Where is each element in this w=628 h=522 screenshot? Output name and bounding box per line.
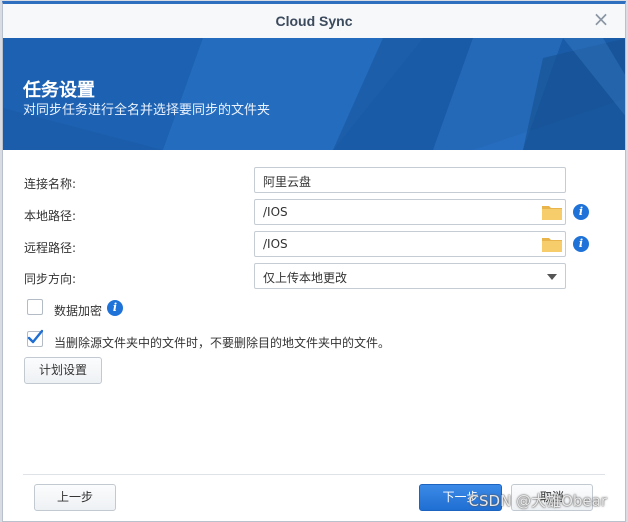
sync-direction-label: 同步方向: (24, 272, 77, 286)
window-title: Cloud Sync (275, 13, 353, 29)
connection-name-input[interactable]: 阿里云盘 (254, 167, 566, 193)
remote-path-input[interactable]: /IOS (254, 231, 566, 257)
no-delete-label: 当删除源文件夹中的文件时，不要删除目的地文件夹中的文件。 (54, 336, 391, 350)
info-icon[interactable]: i (573, 236, 589, 252)
encrypt-checkbox[interactable] (27, 299, 43, 315)
info-icon[interactable]: i (573, 204, 589, 220)
watermark: CSDN @大雄Obear (468, 492, 607, 510)
remote-path-value: /IOS (263, 237, 288, 251)
remote-path-label: 远程路径: (24, 241, 77, 255)
folder-icon[interactable] (541, 203, 563, 221)
banner-background (3, 38, 625, 150)
local-path-value: /IOS (263, 205, 288, 219)
schedule-settings-button[interactable]: 计划设置 (24, 357, 102, 384)
cloud-sync-dialog: Cloud Sync × 任务设置 对同步任务进行全名并选择要同步的文件夹 连接… (2, 1, 626, 522)
no-delete-checkbox[interactable] (27, 329, 43, 347)
connection-name-value: 阿里云盘 (263, 175, 312, 189)
sync-direction-select[interactable]: 仅上传本地更改 (254, 263, 566, 289)
encrypt-label: 数据加密 (54, 304, 103, 318)
banner-subtitle: 对同步任务进行全名并选择要同步的文件夹 (23, 103, 271, 118)
footer-divider (23, 474, 605, 475)
header-banner: 任务设置 对同步任务进行全名并选择要同步的文件夹 (3, 38, 625, 150)
local-path-input[interactable]: /IOS (254, 199, 566, 225)
close-icon[interactable]: × (591, 9, 611, 29)
info-icon[interactable]: i (107, 300, 123, 316)
prev-button[interactable]: 上一步 (34, 484, 116, 511)
chevron-down-icon (547, 274, 557, 280)
sync-direction-value: 仅上传本地更改 (263, 271, 348, 285)
checkmark-icon (27, 329, 43, 344)
title-bar: Cloud Sync × (3, 4, 625, 39)
local-path-label: 本地路径: (24, 209, 77, 223)
folder-icon[interactable] (541, 235, 563, 253)
connection-name-label: 连接名称: (24, 177, 77, 191)
